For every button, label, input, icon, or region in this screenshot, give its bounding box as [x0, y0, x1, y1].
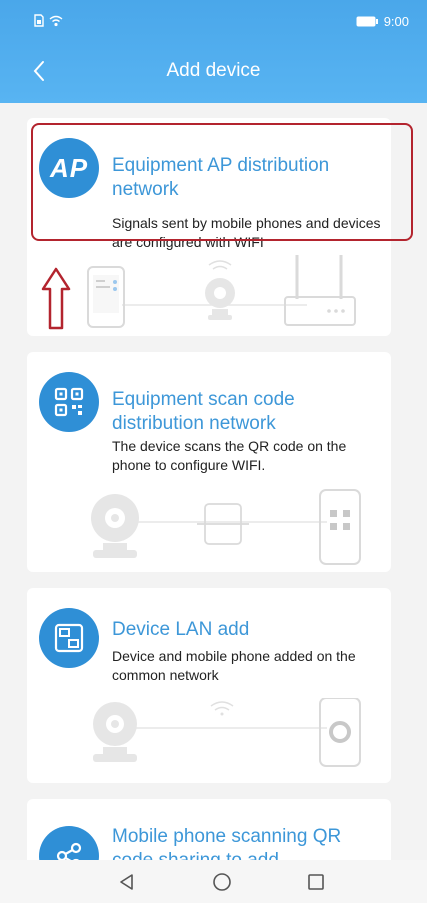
nav-back-button[interactable]: [115, 870, 139, 894]
system-nav-bar: [0, 860, 427, 903]
phone-icon: [319, 489, 361, 565]
nav-home-button[interactable]: [210, 870, 234, 894]
scan-frame-icon: [197, 503, 249, 545]
card-title: Equipment scan code distribution network: [112, 389, 295, 434]
card-description: The device scans the QR code on the phon…: [112, 438, 347, 473]
share-glyph: [56, 842, 82, 860]
card-ap-distribution[interactable]: AP Equipment AP distribution network Sig…: [27, 118, 391, 336]
page-title: Add device: [166, 60, 261, 81]
lan-glyph: [54, 623, 84, 653]
wifi-icon: [210, 701, 234, 716]
phone-icon: [319, 698, 361, 767]
lan-illustration: [93, 698, 361, 767]
ap-illustration: [41, 255, 356, 330]
ap-icon: AP: [39, 138, 99, 198]
card-scan-code-distribution[interactable]: Equipment scan code distribution network…: [27, 352, 391, 572]
camera-icon: [93, 702, 137, 762]
nav-recents-icon: [308, 874, 324, 890]
status-right: 9:00: [356, 14, 409, 29]
ap-icon-text: AP: [49, 152, 89, 183]
scan-illustration: [91, 489, 361, 565]
camera-icon: [205, 278, 235, 320]
method-list[interactable]: AP Equipment AP distribution network Sig…: [0, 103, 427, 860]
card-title: Equipment AP distribution network: [112, 155, 330, 200]
card-title: Device LAN add: [112, 619, 250, 640]
lan-icon: [39, 608, 99, 668]
status-time: 9:00: [383, 14, 409, 29]
camera-icon: [91, 494, 139, 558]
card-description: Device and mobile phone added on the com…: [112, 648, 356, 683]
status-left: [34, 14, 63, 27]
router-icon: [284, 255, 356, 326]
app-header: 9:00 Add device: [0, 0, 427, 103]
qr-code-glyph: [54, 387, 84, 417]
wifi-icon: [208, 260, 232, 270]
share-icon: [39, 826, 99, 860]
card-description: Signals sent by mobile phones and device…: [112, 215, 381, 250]
sim-icon: [34, 14, 44, 27]
card-lan-add[interactable]: Device LAN add Device and mobile phone a…: [27, 588, 391, 783]
up-arrow-icon: [41, 267, 71, 330]
nav-home-icon: [213, 873, 231, 891]
qr-code-icon: [39, 372, 99, 432]
phone-icon: [87, 266, 125, 328]
status-bar: 9:00: [0, 0, 427, 40]
card-share-add[interactable]: Mobile phone scanning QR code sharing to…: [27, 799, 391, 860]
card-title: Mobile phone scanning QR code sharing to…: [112, 826, 342, 860]
wifi-status-icon: [49, 15, 63, 26]
nav-recents-button[interactable]: [304, 870, 328, 894]
battery-icon: [356, 16, 378, 27]
nav-back-icon: [120, 874, 133, 890]
